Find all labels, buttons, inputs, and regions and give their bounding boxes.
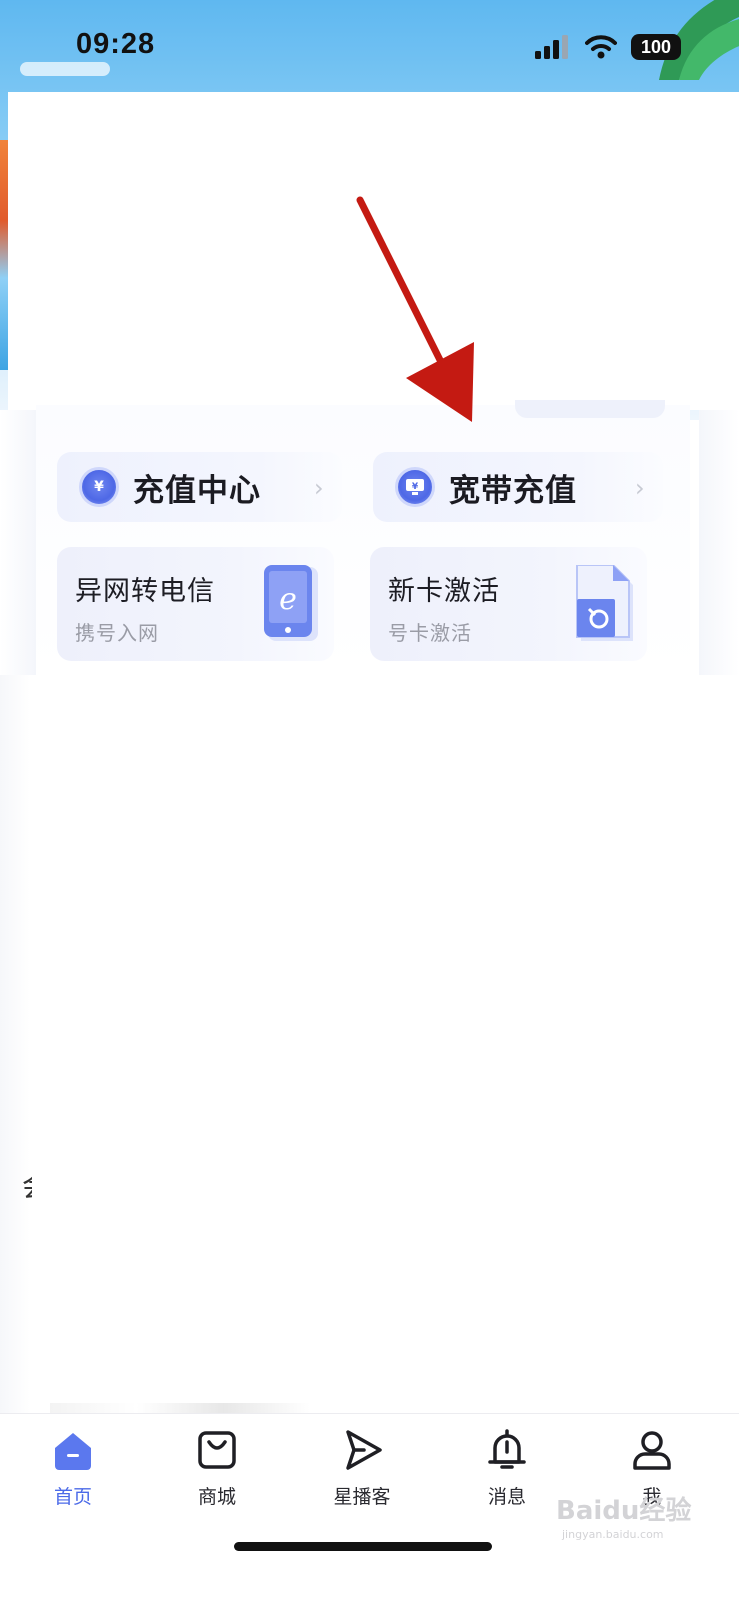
sim-card-icon xyxy=(576,565,633,641)
carrier-switch-title: 异网转电信 xyxy=(75,576,215,607)
chevron-right-icon: › xyxy=(314,474,324,502)
new-card-activation-title: 新卡激活 xyxy=(388,576,500,607)
annotation-arrow xyxy=(356,196,474,422)
user-icon xyxy=(633,1431,671,1470)
panel-edge-left xyxy=(0,410,36,675)
broadband-recharge-label: 宽带充值 xyxy=(449,472,577,509)
tab-messages[interactable]: 消息 xyxy=(452,1428,562,1509)
recharge-center-label: 充值中心 xyxy=(133,472,261,509)
cropped-text-fragment: 会 xyxy=(22,1165,32,1205)
banner-cloud xyxy=(20,62,110,76)
shop-bag-icon xyxy=(198,1431,236,1469)
play-arrow-icon xyxy=(346,1430,382,1470)
tab-xingboke-label: 星播客 xyxy=(333,1486,391,1508)
tab-home-label: 首页 xyxy=(53,1486,92,1508)
carrier-switch-card[interactable]: 异网转电信 携号入网 e xyxy=(57,547,334,661)
baidu-watermark-url: jingyan.baidu.com xyxy=(562,1528,664,1541)
tab-messages-label: 消息 xyxy=(487,1486,526,1508)
wifi-icon xyxy=(585,35,617,59)
yen-coin-icon: ¥ xyxy=(79,467,119,507)
tab-xingboke[interactable]: 星播客 xyxy=(307,1428,417,1509)
broadband-yen-icon: ¥ xyxy=(395,467,435,507)
home-icon xyxy=(55,1433,91,1470)
partially-hidden-tab xyxy=(515,400,665,418)
phone-telecom-icon: e xyxy=(264,565,318,641)
panel-edge-right xyxy=(699,410,739,675)
svg-text:¥: ¥ xyxy=(412,482,419,492)
recharge-center-button[interactable]: ¥ 充值中心 › xyxy=(57,452,342,522)
tab-shop-label: 商城 xyxy=(197,1486,236,1508)
status-time: 09:28 xyxy=(76,28,156,60)
chevron-right-icon: › xyxy=(635,474,645,502)
tab-home[interactable]: 首页 xyxy=(18,1428,128,1509)
broadband-recharge-button[interactable]: ¥ 宽带充值 › xyxy=(373,452,663,522)
new-card-activation-card[interactable]: 新卡激活 号卡激活 xyxy=(370,547,647,661)
home-indicator[interactable] xyxy=(234,1542,492,1551)
signal-icon xyxy=(535,35,568,59)
carrier-switch-subtitle: 携号入网 xyxy=(75,621,159,645)
tab-shop[interactable]: 商城 xyxy=(162,1428,272,1509)
background-edge xyxy=(0,675,30,1415)
baidu-watermark: Baidu经验 xyxy=(556,1496,692,1526)
battery-indicator: 100 xyxy=(631,34,681,60)
svg-text:e: e xyxy=(279,582,297,617)
new-card-activation-subtitle: 号卡激活 xyxy=(388,621,472,645)
status-icons: 100 xyxy=(535,34,681,60)
bell-icon xyxy=(488,1429,526,1469)
